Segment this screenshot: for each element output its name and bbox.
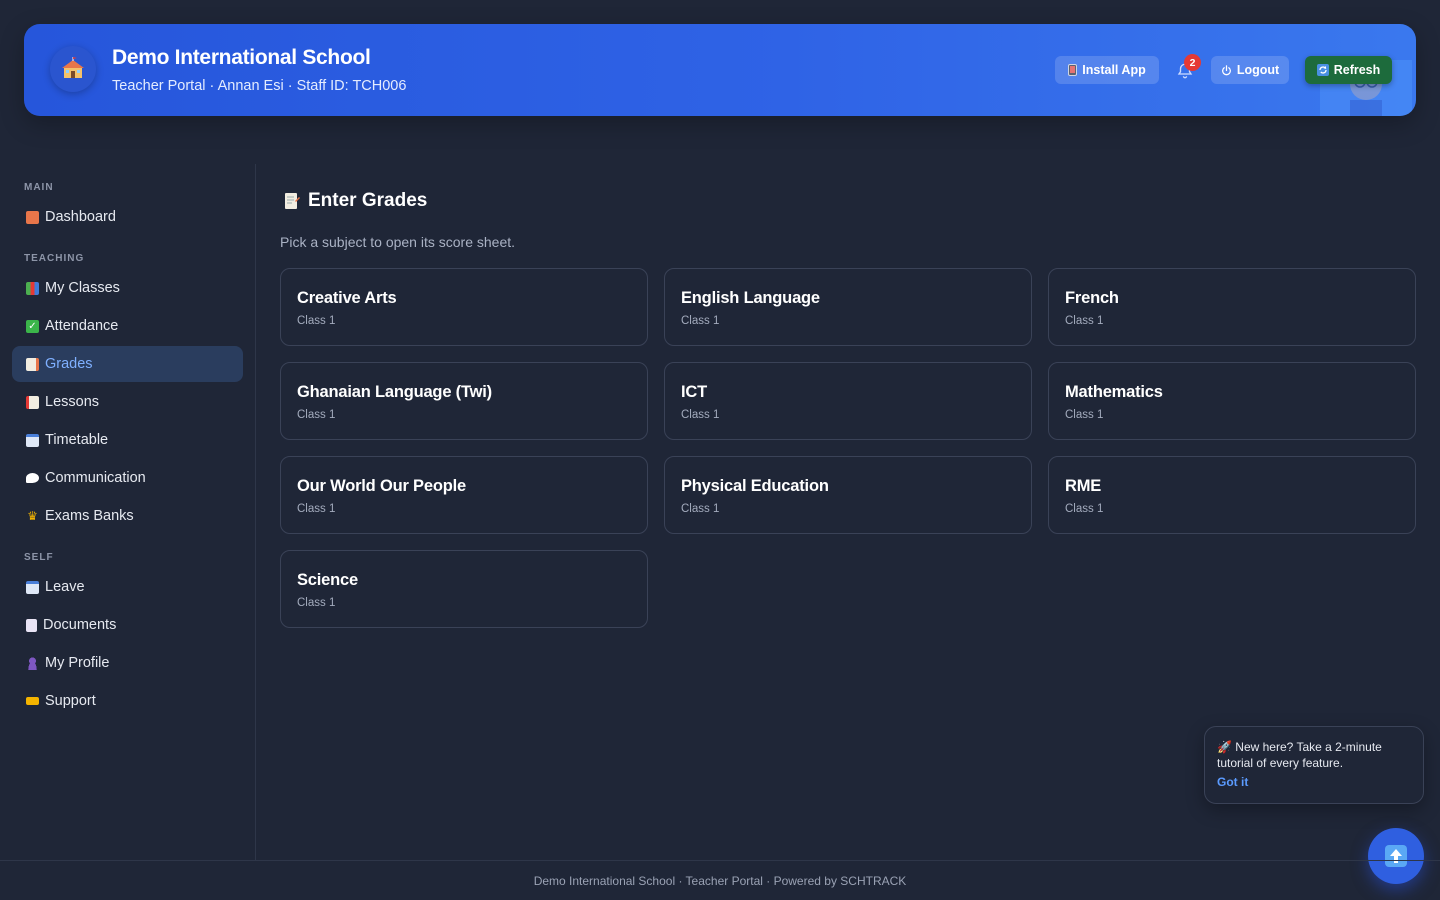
tour-message-text: New here? Take a 2-minute tutorial of ev… <box>1217 740 1382 770</box>
subject-name: Science <box>297 571 358 589</box>
sidebar-item-label: Leave <box>45 579 85 595</box>
phone-icon <box>1068 64 1078 76</box>
portal-subtitle: Teacher Portal · Annan Esi · Staff ID: T… <box>112 78 407 94</box>
sidebar-item-label: Documents <box>43 617 117 633</box>
tour-message: 🚀 New here? Take a 2-minute tutorial of … <box>1217 739 1413 771</box>
school-name: Demo International School <box>112 46 371 69</box>
subject-name: Physical Education <box>681 477 829 495</box>
calendar-icon <box>26 580 39 594</box>
subject-class: Class 1 <box>681 409 720 421</box>
notification-count-badge: 2 <box>1184 54 1201 71</box>
sidebar-item-label: My Classes <box>45 280 120 296</box>
subject-card-french[interactable]: French Class 1 <box>1048 268 1416 346</box>
subject-class: Class 1 <box>681 503 720 515</box>
school-icon <box>62 57 84 78</box>
subject-card-ict[interactable]: ICT Class 1 <box>664 362 1032 440</box>
sidebar-item-grades[interactable]: Grades <box>12 346 243 382</box>
speech-bubble-icon <box>26 473 39 483</box>
subject-class: Class 1 <box>297 503 336 515</box>
top-header: Demo International School Teacher Portal… <box>24 24 1416 116</box>
footer-text: Demo International School · Teacher Port… <box>533 873 907 888</box>
checkbox-icon: ✓ <box>26 319 39 333</box>
subject-card-creative-arts[interactable]: Creative Arts Class 1 <box>280 268 648 346</box>
nav-section-self: SELF <box>24 552 54 563</box>
subject-card-english-language[interactable]: English Language Class 1 <box>664 268 1032 346</box>
sidebar-item-attendance[interactable]: ✓ Attendance <box>12 308 243 344</box>
subject-class: Class 1 <box>681 315 720 327</box>
logout-label: Logout <box>1236 63 1280 77</box>
subject-name: ICT <box>681 383 707 401</box>
subject-class: Class 1 <box>297 409 336 421</box>
install-app-label: Install App <box>1082 63 1146 77</box>
sidebar-item-label: Communication <box>45 470 146 486</box>
calendar-icon <box>26 433 39 447</box>
sidebar-item-leave[interactable]: Leave <box>12 569 243 605</box>
subject-card-our-world-our-people[interactable]: Our World Our People Class 1 <box>280 456 648 534</box>
subject-name: Our World Our People <box>297 477 466 495</box>
ticket-icon <box>26 697 39 705</box>
page-title-text: Enter Grades <box>308 190 428 211</box>
sidebar-item-label: Lessons <box>45 394 100 410</box>
sidebar-item-label: Support <box>45 693 96 709</box>
sidebar-item-my-classes[interactable]: My Classes <box>12 270 243 306</box>
install-app-button[interactable]: Install App <box>1055 56 1159 84</box>
memo-icon <box>285 193 300 209</box>
nav-section-teaching: TEACHING <box>24 253 85 264</box>
sidebar-item-documents[interactable]: Documents <box>12 607 243 643</box>
sidebar-item-label: My Profile <box>45 655 110 671</box>
refresh-icon <box>1316 64 1329 76</box>
subject-class: Class 1 <box>297 315 336 327</box>
sidebar-item-label: Exams Banks <box>45 508 134 524</box>
refresh-button[interactable]: Refresh <box>1305 56 1392 84</box>
subject-name: RME <box>1065 477 1102 495</box>
rocket-icon: 🚀 <box>1217 740 1232 754</box>
sidebar-item-label: Timetable <box>45 432 109 448</box>
sidebar-item-lessons[interactable]: Lessons <box>12 384 243 420</box>
refresh-label: Refresh <box>1333 63 1381 77</box>
subject-name: Ghanaian Language (Twi) <box>297 383 492 401</box>
subject-name: Mathematics <box>1065 383 1163 401</box>
subject-class: Class 1 <box>1065 503 1104 515</box>
sidebar-item-exams-banks[interactable]: ♛ Exams Banks <box>12 498 243 534</box>
subject-card-mathematics[interactable]: Mathematics Class 1 <box>1048 362 1416 440</box>
document-icon <box>26 618 37 632</box>
tour-popup: 🚀 New here? Take a 2-minute tutorial of … <box>1204 726 1424 804</box>
sidebar-item-timetable[interactable]: Timetable <box>12 422 243 458</box>
notebook-icon <box>26 395 39 409</box>
subject-name: French <box>1065 289 1119 307</box>
tour-dismiss-button[interactable]: Got it <box>1217 775 1248 789</box>
power-icon <box>1221 64 1231 75</box>
subject-card-science[interactable]: Science Class 1 <box>280 550 648 628</box>
logout-button[interactable]: Logout <box>1211 56 1289 84</box>
crown-icon: ♛ <box>27 509 38 523</box>
subject-name: English Language <box>681 289 820 307</box>
sidebar-item-support[interactable]: Support <box>12 683 243 719</box>
page-title: Enter Grades <box>284 190 427 212</box>
subject-name: Creative Arts <box>297 289 397 307</box>
person-icon <box>26 656 39 670</box>
page-subtitle: Pick a subject to open its score sheet. <box>280 234 516 250</box>
subject-card-physical-education[interactable]: Physical Education Class 1 <box>664 456 1032 534</box>
sidebar-item-label: Grades <box>45 356 93 372</box>
footer: Demo International School · Teacher Port… <box>0 860 1440 900</box>
school-logo <box>50 46 96 92</box>
subject-class: Class 1 <box>1065 315 1104 327</box>
nav-section-main: MAIN <box>24 182 54 193</box>
memo-icon <box>26 357 39 371</box>
subject-card-ghanaian-language[interactable]: Ghanaian Language (Twi) Class 1 <box>280 362 648 440</box>
house-icon <box>26 210 39 224</box>
sidebar-item-label: Dashboard <box>45 209 116 225</box>
sidebar-item-label: Attendance <box>45 318 119 334</box>
subject-class: Class 1 <box>1065 409 1104 421</box>
subject-card-rme[interactable]: RME Class 1 <box>1048 456 1416 534</box>
sidebar-item-dashboard[interactable]: Dashboard <box>12 199 243 235</box>
sidebar-item-my-profile[interactable]: My Profile <box>12 645 243 681</box>
subject-class: Class 1 <box>297 597 336 609</box>
books-icon <box>26 281 39 295</box>
sidebar-item-communication[interactable]: Communication <box>12 460 243 496</box>
